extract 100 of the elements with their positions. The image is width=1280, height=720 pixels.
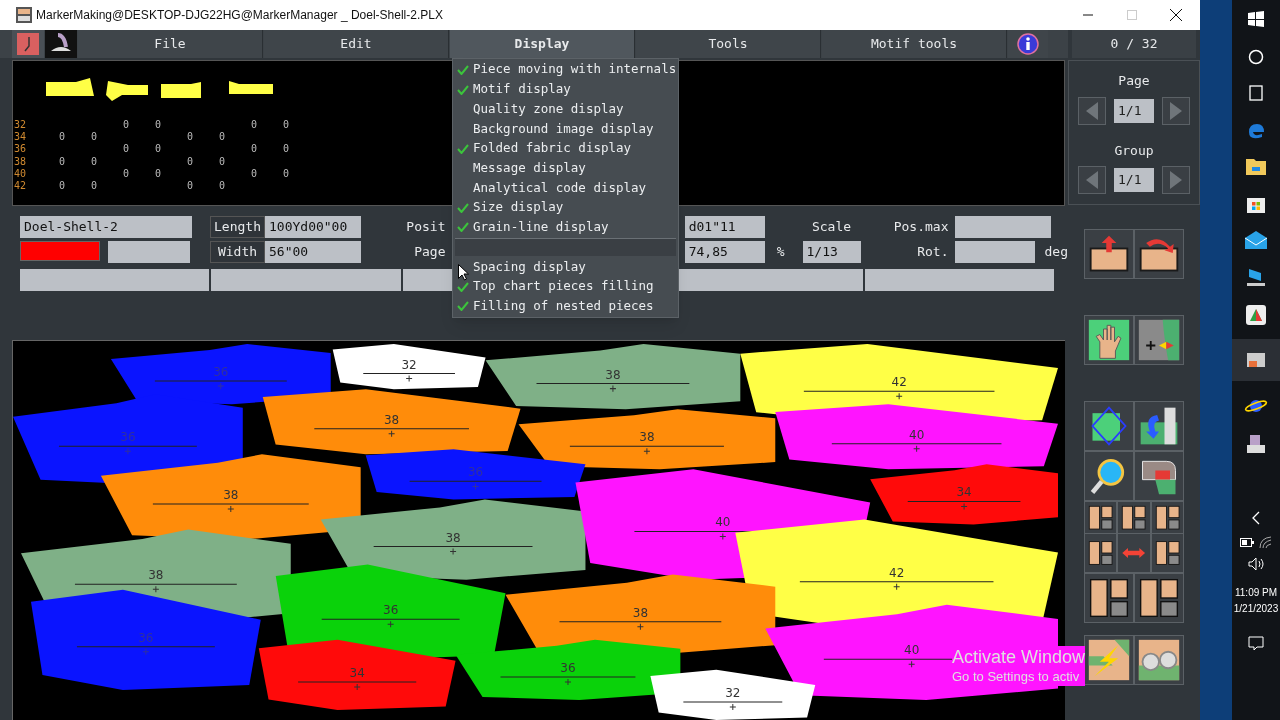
size-number: 42: [13, 180, 28, 193]
activation-watermark-title: Activate Window: [952, 646, 1086, 668]
menu-item[interactable]: Quality zone display: [453, 99, 678, 120]
position-field: d01"11: [684, 216, 765, 238]
count-number: 0: [91, 155, 97, 167]
size-number: 32: [13, 119, 28, 132]
clock-time[interactable]: 11:09 PM: [1234, 585, 1278, 600]
search-icon[interactable]: [1248, 49, 1264, 65]
clock-date[interactable]: 1/21/2023: [1233, 601, 1279, 616]
menu-item[interactable]: Piece moving with internals: [453, 60, 678, 80]
size-label: 36: [560, 660, 576, 675]
menu-item[interactable]: Top chart pieces filling: [453, 276, 678, 297]
check-icon: [457, 202, 469, 213]
marker-name-field: Doel-Shell-2: [20, 216, 192, 238]
size-label: 36: [383, 603, 399, 618]
folder-icon[interactable]: [1246, 157, 1266, 175]
printer-icon[interactable]: [1245, 433, 1267, 455]
gears-icon[interactable]: [1134, 635, 1184, 685]
menu-item[interactable]: Message display: [453, 158, 678, 179]
size-number: 40: [13, 167, 28, 180]
size-label: 40: [909, 427, 925, 442]
planet-icon[interactable]: [1244, 397, 1268, 415]
length-field: 100Yd00"00: [265, 216, 361, 238]
count-number: 0: [283, 143, 289, 155]
field-label: Scale: [811, 218, 852, 236]
pieces-layout-icon[interactable]: [1117, 501, 1151, 535]
colored-app-icon[interactable]: [1246, 305, 1266, 325]
count-number: 0: [251, 119, 257, 131]
size-label: 32: [401, 357, 417, 372]
battery-icon[interactable]: [1240, 537, 1254, 547]
size-label: 38: [632, 605, 649, 620]
field-label: Page: [414, 243, 446, 261]
size-label: 42: [889, 565, 905, 580]
count-number: 0: [123, 119, 129, 131]
count-number: 0: [155, 143, 161, 155]
check-icon: [457, 222, 469, 233]
fabric-roll-icon[interactable]: [45, 30, 77, 58]
menu-item[interactable]: Background image display: [453, 119, 678, 139]
check-icon: [457, 64, 469, 75]
group-label: Group: [1114, 141, 1154, 160]
menu-item[interactable]: Grain-line display: [453, 217, 678, 238]
size-label: 40: [715, 515, 731, 530]
size-number: 38: [13, 155, 28, 168]
count-number: 0: [91, 180, 97, 192]
page-label: Page: [1118, 72, 1150, 90]
pieces-arrow-up-icon[interactable]: [1084, 229, 1134, 279]
count-number: 0: [91, 131, 97, 143]
close-icon: [1170, 9, 1182, 21]
menu-item[interactable]: Folded fabric display: [453, 138, 678, 159]
diamond-outline-icon[interactable]: [1084, 401, 1134, 451]
count-number: 0: [59, 131, 65, 143]
piece-shape-icon[interactable]: [1134, 451, 1184, 501]
pieces-layout-icon[interactable]: [1084, 501, 1118, 535]
count-number: 0: [187, 180, 193, 192]
menu-tab[interactable]: Display: [450, 30, 635, 58]
browser-icon[interactable]: [1246, 121, 1266, 141]
pieces-layout-icon[interactable]: [1134, 573, 1184, 623]
lightning-icon[interactable]: [1084, 635, 1134, 685]
computer-icon[interactable]: [1245, 267, 1267, 287]
piece-flip-icon[interactable]: [1134, 401, 1184, 451]
count-number: 0: [123, 167, 129, 179]
windows-logo-icon[interactable]: [1248, 11, 1264, 27]
pieces-layout-icon[interactable]: [1084, 533, 1118, 573]
window-title: MarkerMaking@DESKTOP-DJG22HG@MarkerManager _ Doel-Shell-2.PLX: [36, 7, 443, 24]
pieces-layout-icon[interactable]: [1084, 573, 1134, 623]
efficiency-field: 74,85: [684, 241, 765, 263]
count-number: 0: [219, 155, 225, 167]
size-label: 38: [148, 568, 164, 583]
field-label: Length: [210, 216, 265, 238]
task-view-icon[interactable]: [1247, 85, 1265, 101]
count-number: 0: [59, 155, 65, 167]
count-number: 0: [187, 131, 193, 143]
check-icon: [457, 301, 469, 312]
count-number: 0: [219, 131, 225, 143]
mail-icon[interactable]: [1245, 231, 1267, 249]
wifi-icon[interactable]: [1258, 535, 1272, 549]
magnifier-icon[interactable]: [1084, 451, 1134, 501]
menu-item[interactable]: Spacing display: [453, 257, 678, 277]
next-button[interactable]: [1162, 96, 1190, 125]
menu-item[interactable]: Analytical code display: [453, 178, 678, 198]
volume-icon[interactable]: [1248, 557, 1264, 571]
left-triangle-icon: [1086, 171, 1098, 189]
size-label: 36: [467, 465, 484, 480]
previous-button[interactable]: [1078, 96, 1106, 125]
menu-item[interactable]: Size display: [453, 197, 678, 218]
size-label: 36: [138, 630, 154, 645]
minimize-icon: [1083, 14, 1093, 16]
size-label: 40: [904, 643, 920, 658]
chevron-left-icon[interactable]: [1251, 511, 1261, 525]
menu-item[interactable]: Motif display: [453, 79, 678, 100]
piece-cross-icon[interactable]: [1134, 315, 1184, 365]
piece-counter: 0 / 32: [1072, 30, 1196, 58]
activation-watermark-text: Go to Settings to activ: [952, 668, 1086, 686]
right-triangle-icon: [1170, 101, 1182, 120]
hand-icon[interactable]: [1084, 315, 1134, 365]
menu-item[interactable]: Filling of nested pieces: [453, 296, 678, 317]
count-number: 0: [155, 119, 161, 131]
pieces-layout-icon[interactable]: [1150, 533, 1184, 573]
notification-icon[interactable]: [1248, 636, 1264, 652]
size-label: 38: [605, 367, 621, 382]
